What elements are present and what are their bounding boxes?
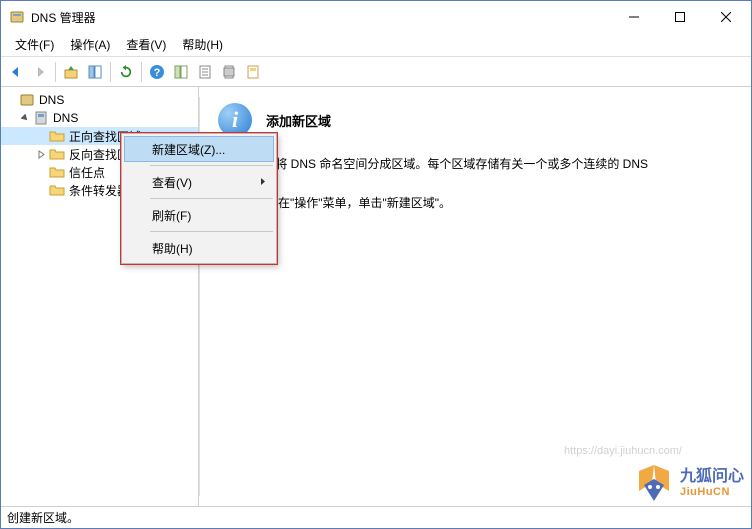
back-button[interactable]	[5, 61, 27, 83]
menu-action[interactable]: 操作(A)	[62, 34, 118, 55]
forward-button[interactable]	[29, 61, 51, 83]
tree-label: DNS	[53, 111, 78, 125]
statusbar: 创建新区域。	[1, 506, 751, 528]
titlebar: DNS 管理器	[1, 1, 751, 33]
tree-label: 条件转发器	[69, 182, 129, 199]
help-button[interactable]: ?	[146, 61, 168, 83]
content-inner: i 添加新区域 (DNS)允许将 DNS 命名空间分成区域。每个区域存储有关一个…	[199, 97, 731, 496]
tree-label: 信任点	[69, 164, 105, 181]
window-title: DNS 管理器	[31, 9, 611, 26]
folder-icon	[49, 164, 65, 180]
info-icon: i	[218, 103, 252, 137]
context-menu: 新建区域(Z)... 查看(V) 刷新(F) 帮助(H)	[121, 133, 277, 264]
toolbar-btn-6[interactable]	[194, 61, 216, 83]
up-button[interactable]	[60, 61, 82, 83]
menubar: 文件(F) 操作(A) 查看(V) 帮助(H)	[1, 33, 751, 57]
content-header: i 添加新区域	[218, 103, 721, 137]
expander-placeholder	[35, 166, 47, 178]
dns-root-icon	[19, 92, 35, 108]
folder-icon	[49, 146, 65, 162]
minimize-button[interactable]	[611, 2, 657, 32]
expander-placeholder	[35, 130, 47, 142]
context-new-zone[interactable]: 新建区域(Z)...	[124, 136, 274, 162]
toolbar-btn-5[interactable]	[170, 61, 192, 83]
collapse-icon[interactable]	[19, 112, 31, 124]
context-item-label: 刷新(F)	[152, 207, 191, 224]
expand-icon[interactable]	[35, 148, 47, 160]
server-icon	[33, 110, 49, 126]
folder-icon	[49, 128, 65, 144]
context-item-label: 新建区域(Z)...	[152, 141, 225, 158]
expander-icon	[5, 94, 17, 106]
svg-text:?: ?	[154, 67, 161, 79]
separator	[150, 198, 273, 199]
context-view[interactable]: 查看(V)	[124, 169, 274, 195]
content-paragraph-1: (DNS)允许将 DNS 命名空间分成区域。每个区域存储有关一个或多个连续的 D…	[218, 155, 721, 174]
context-item-label: 查看(V)	[152, 174, 192, 191]
submenu-arrow-icon	[260, 175, 266, 189]
menu-file[interactable]: 文件(F)	[7, 34, 62, 55]
separator	[110, 62, 111, 82]
context-item-label: 帮助(H)	[152, 240, 193, 257]
context-refresh[interactable]: 刷新(F)	[124, 202, 274, 228]
content-pane: i 添加新区域 (DNS)允许将 DNS 命名空间分成区域。每个区域存储有关一个…	[199, 87, 751, 506]
menu-help[interactable]: 帮助(H)	[174, 34, 231, 55]
status-text: 创建新区域。	[7, 509, 79, 526]
toolbar-btn-7[interactable]	[218, 61, 240, 83]
folder-icon	[49, 182, 65, 198]
content-title: 添加新区域	[266, 111, 331, 130]
body: DNS DNS 正向查找区域 反向查找区域 信任点	[1, 87, 751, 506]
tree-root-dns[interactable]: DNS	[1, 91, 198, 109]
separator	[55, 62, 56, 82]
separator	[150, 231, 273, 232]
tree-server[interactable]: DNS	[1, 109, 198, 127]
separator	[150, 165, 273, 166]
content-body: (DNS)允许将 DNS 命名空间分成区域。每个区域存储有关一个或多个连续的 D…	[218, 155, 721, 213]
close-button[interactable]	[703, 2, 749, 32]
tree-label: DNS	[39, 93, 64, 107]
context-help[interactable]: 帮助(H)	[124, 235, 274, 261]
expander-placeholder	[35, 184, 47, 196]
show-hide-button[interactable]	[84, 61, 106, 83]
toolbar-btn-8[interactable]	[242, 61, 264, 83]
separator	[141, 62, 142, 82]
toolbar: ?	[1, 57, 751, 87]
menu-view[interactable]: 查看(V)	[118, 34, 174, 55]
app-icon	[9, 9, 25, 25]
content-paragraph-2: 新区域，请在"操作"菜单，单击"新建区域"。	[218, 194, 721, 213]
maximize-button[interactable]	[657, 2, 703, 32]
window: DNS 管理器 文件(F) 操作(A) 查看(V) 帮助(H) ? DNS	[0, 0, 752, 529]
refresh-button[interactable]	[115, 61, 137, 83]
